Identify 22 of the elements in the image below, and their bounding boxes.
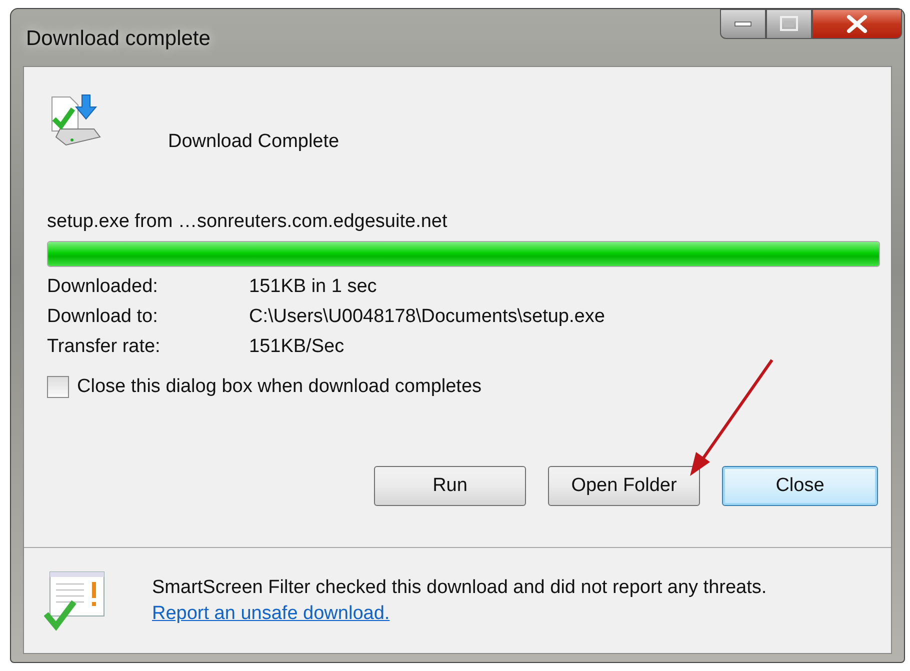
detail-label: Downloaded:: [47, 276, 159, 298]
minimize-button[interactable]: [720, 9, 766, 39]
dialog-button[interactable]: Close: [722, 466, 878, 506]
detail-value: 151KB in 1 sec: [249, 276, 378, 298]
checkbox[interactable]: [47, 376, 69, 398]
close-icon: [846, 15, 868, 33]
detail-label: Transfer rate:: [47, 336, 162, 358]
download-source: setup.exe from …sonreuters.com.edgesuite.net: [47, 211, 448, 233]
detail-label: Download to:: [47, 306, 159, 328]
smartscreen-message: SmartScreen Filter checked this download and did not report any threats.: [152, 576, 767, 600]
dialog-button[interactable]: Open Folder: [548, 466, 700, 506]
minimize-icon: [733, 20, 753, 28]
detail-value: 151KB/Sec: [249, 336, 346, 358]
window-title: Download complete: [26, 27, 210, 51]
report-unsafe-link[interactable]: Report an unsafe download.: [152, 600, 390, 626]
checkbox-label: Close this dialog box when download completes: [77, 376, 482, 398]
maximize-icon: [779, 16, 799, 32]
dialog-button[interactable]: Run: [374, 466, 526, 506]
status-heading: Download Complete: [168, 131, 340, 153]
detail-value: C:\Users\U0048178\Documents\setup.exe: [249, 306, 606, 328]
maximize-button[interactable]: [766, 9, 812, 39]
close-button[interactable]: [812, 9, 902, 39]
